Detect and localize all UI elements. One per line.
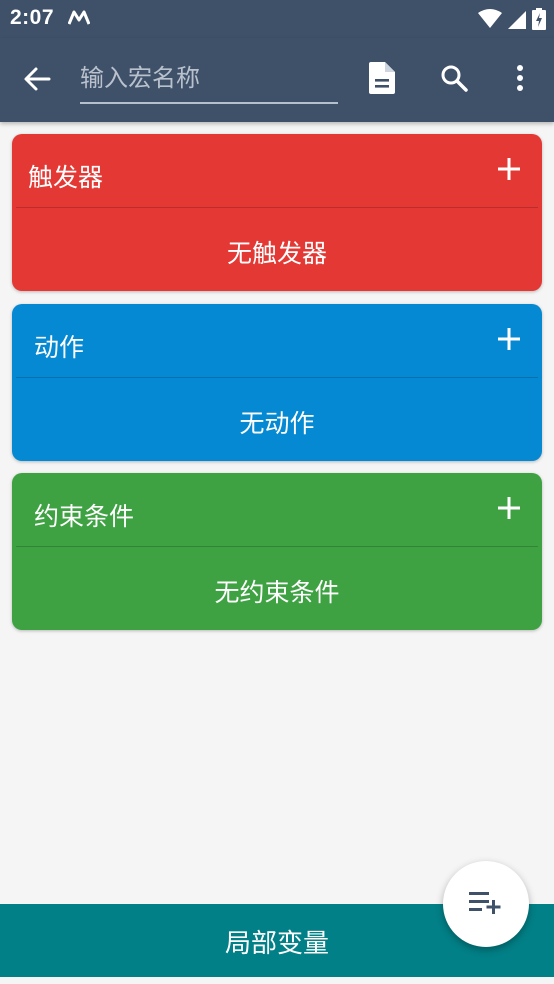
triggers-header: 触发器 xyxy=(12,134,542,208)
actions-header: 动作 xyxy=(12,304,542,378)
add-action-button[interactable] xyxy=(490,322,528,360)
actions-title: 动作 xyxy=(34,333,85,362)
divider xyxy=(16,546,538,547)
signal-icon xyxy=(508,9,526,33)
constraints-header: 约束条件 xyxy=(12,473,542,547)
constraints-title: 约束条件 xyxy=(34,502,135,531)
status-time: 2:07 xyxy=(10,6,55,29)
playlist-add-icon xyxy=(469,890,503,918)
actions-empty-text: 无动作 xyxy=(239,409,315,438)
arrow-back-icon xyxy=(23,65,51,97)
wifi-icon xyxy=(478,9,502,33)
triggers-card: 触发器 无触发器 xyxy=(12,134,542,291)
m-app-icon xyxy=(67,10,91,30)
constraints-card: 约束条件 无约束条件 xyxy=(12,473,542,630)
status-bar: 2:07 xyxy=(0,0,554,38)
back-button[interactable] xyxy=(16,60,58,102)
macro-name-input[interactable] xyxy=(80,58,338,104)
constraints-empty-text: 无约束条件 xyxy=(214,578,340,607)
local-variables-label: 局部变量 xyxy=(224,929,329,959)
plus-icon xyxy=(497,327,521,355)
divider xyxy=(16,377,538,378)
triggers-empty-text: 无触发器 xyxy=(226,239,327,268)
add-constraint-button[interactable] xyxy=(490,491,528,529)
app-bar xyxy=(0,38,554,122)
more-vert-icon xyxy=(516,64,524,96)
actions-card: 动作 无动作 xyxy=(12,304,542,461)
add-to-list-fab[interactable] xyxy=(443,861,529,947)
search-icon xyxy=(440,64,468,96)
document-icon xyxy=(369,62,395,98)
battery-charging-icon xyxy=(532,8,546,34)
search-button[interactable] xyxy=(432,58,476,102)
plus-icon xyxy=(497,496,521,524)
add-trigger-button[interactable] xyxy=(490,152,528,190)
more-options-button[interactable] xyxy=(500,58,540,102)
document-button[interactable] xyxy=(360,58,404,102)
divider xyxy=(16,207,538,208)
plus-icon xyxy=(497,157,521,185)
triggers-title: 触发器 xyxy=(28,163,104,192)
